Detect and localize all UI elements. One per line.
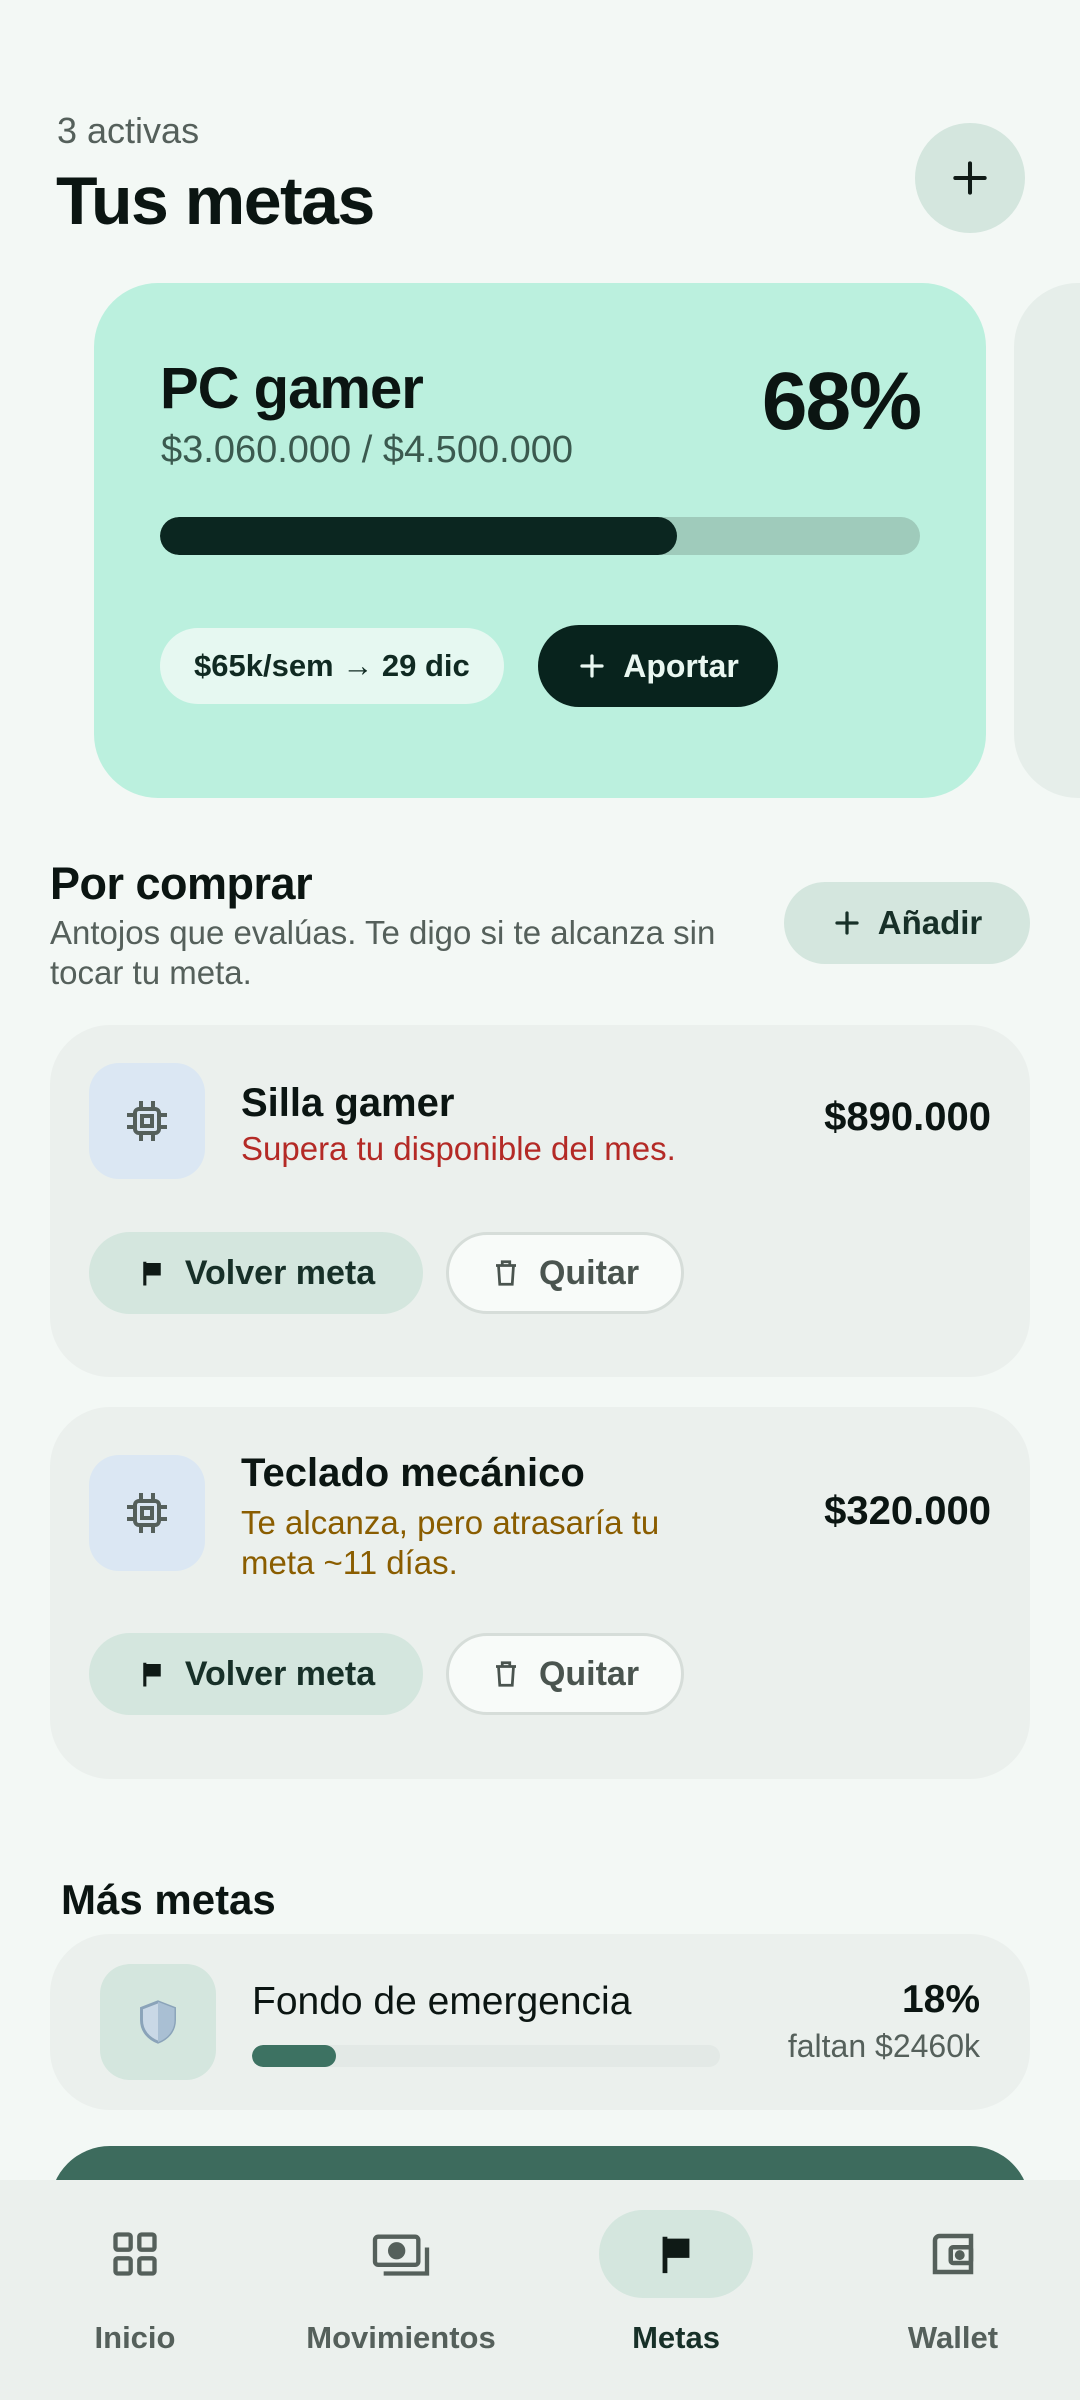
make-goal-label: Volver meta: [184, 1654, 376, 1693]
plus-icon: [835, 911, 859, 935]
nav-item-movimientos[interactable]: Movimientos: [266, 2210, 536, 2380]
flag-icon: [143, 1662, 161, 1687]
nav-label: Inicio: [94, 2320, 176, 2355]
goal-name: PC gamer: [160, 356, 424, 421]
remove-button[interactable]: Quitar: [446, 1633, 684, 1715]
contribute-button[interactable]: Aportar: [538, 625, 778, 707]
add-label: Añadir: [877, 904, 983, 941]
next-goal-card-peek[interactable]: [1014, 283, 1080, 798]
make-goal-button[interactable]: Volver meta: [89, 1633, 423, 1715]
nav-label: Wallet: [907, 2320, 999, 2355]
item-affordability-message: Te alcanza, pero atrasaría tu meta ~11 d…: [241, 1504, 660, 1581]
remove-label: Quitar: [538, 1253, 640, 1292]
flag-icon: [599, 2210, 753, 2298]
bottom-navigation: Inicio Movimientos Metas Wallet: [0, 2180, 1080, 2400]
wish-item-card[interactable]: Silla gamer Supera tu disponible del mes…: [50, 1025, 1030, 1377]
trash-icon: [495, 1661, 516, 1687]
grid-icon: [58, 2210, 212, 2298]
section-title-to-buy: Por comprar: [50, 858, 313, 909]
nav-label: Movimientos: [306, 2320, 496, 2355]
plus-icon: [580, 654, 604, 678]
goal-list-item[interactable]: Fondo de emergencia 18% faltan $2460k: [50, 1934, 1030, 2110]
featured-goal-card[interactable]: PC gamer $3.060.000 / $4.500.000 68% $65…: [94, 283, 986, 798]
goal-remaining: faltan $2460k: [787, 2028, 980, 2064]
remove-button[interactable]: Quitar: [446, 1232, 684, 1314]
item-price: $320.000: [824, 1489, 991, 1533]
wallet-icon: [876, 2210, 1030, 2298]
nav-item-wallet[interactable]: Wallet: [818, 2210, 1080, 2380]
make-goal-button[interactable]: Volver meta: [89, 1232, 423, 1314]
goal-name: Fondo de emergencia: [252, 1980, 632, 2023]
money-icon: [324, 2210, 478, 2298]
make-goal-label: Volver meta: [184, 1253, 376, 1292]
item-name: Silla gamer: [241, 1081, 455, 1125]
item-price: $890.000: [824, 1095, 991, 1139]
goal-progress-bar: [160, 517, 920, 555]
goal-pace-badge: $65k/sem → 29 dic: [160, 628, 504, 704]
trash-icon: [495, 1260, 516, 1286]
new-goal-button[interactable]: [915, 123, 1025, 233]
wish-item-card[interactable]: Teclado mecánico Te alcanza, pero atrasa…: [50, 1407, 1030, 1779]
add-wish-button[interactable]: Añadir: [784, 882, 1030, 964]
goal-percent: 68%: [761, 356, 922, 447]
chip-icon: [89, 1063, 205, 1179]
contribute-label: Aportar: [623, 647, 739, 684]
goal-amount: $3.060.000 / $4.500.000: [161, 429, 574, 471]
remove-label: Quitar: [538, 1654, 640, 1693]
shield-icon: [100, 1964, 216, 2080]
page-title: Tus metas: [56, 163, 375, 239]
chip-icon: [89, 1455, 205, 1571]
active-count: 3 activas: [57, 110, 200, 151]
item-name: Teclado mecánico: [241, 1451, 585, 1495]
nav-item-metas[interactable]: Metas: [541, 2210, 811, 2380]
plus-icon: [953, 161, 987, 195]
section-description: Antojos que evalúas. Te digo si te alcan…: [50, 914, 716, 991]
goal-progress-fill: [252, 2045, 337, 2067]
nav-label: Metas: [632, 2320, 720, 2355]
goal-percent: 18%: [901, 1978, 980, 2021]
section-title-more-goals: Más metas: [61, 1876, 276, 1923]
nav-item-inicio[interactable]: Inicio: [0, 2210, 270, 2380]
goal-progress-bar: [252, 2045, 720, 2067]
flag-icon: [143, 1261, 161, 1286]
goal-progress-fill: [160, 517, 677, 555]
item-affordability-message: Supera tu disponible del mes.: [241, 1130, 676, 1167]
